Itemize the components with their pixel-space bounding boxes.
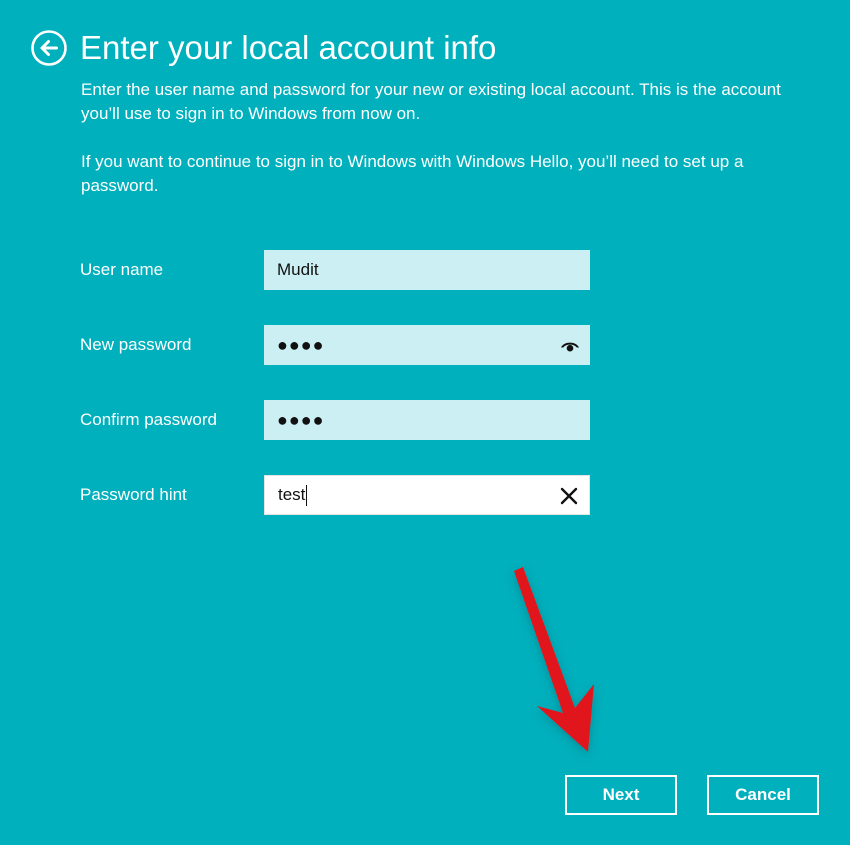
confirm-password-field[interactable] bbox=[264, 400, 590, 440]
username-label: User name bbox=[80, 260, 164, 279]
new-password-input[interactable] bbox=[264, 325, 590, 365]
close-icon bbox=[560, 487, 578, 505]
confirm-password-input[interactable] bbox=[264, 400, 590, 440]
new-password-label: New password bbox=[80, 335, 192, 354]
page-title: Enter your local account info bbox=[80, 29, 497, 66]
page-description: Enter the user name and password for you… bbox=[81, 80, 781, 123]
password-hint-field[interactable] bbox=[264, 475, 590, 515]
username-input[interactable] bbox=[264, 250, 590, 290]
clear-hint-button[interactable] bbox=[557, 484, 581, 508]
back-button[interactable] bbox=[30, 29, 68, 67]
windows-hello-note: If you want to continue to sign in to Wi… bbox=[81, 152, 744, 195]
password-hint-label: Password hint bbox=[80, 485, 187, 504]
text-cursor bbox=[306, 485, 307, 506]
eye-icon bbox=[561, 342, 579, 352]
next-button[interactable]: Next bbox=[565, 775, 677, 815]
password-hint-input[interactable] bbox=[265, 476, 589, 514]
reveal-password-button[interactable] bbox=[558, 333, 582, 357]
new-password-field[interactable] bbox=[264, 325, 590, 365]
cancel-button[interactable]: Cancel bbox=[707, 775, 819, 815]
back-arrow-icon bbox=[31, 30, 67, 66]
confirm-password-label: Confirm password bbox=[80, 410, 217, 429]
username-field[interactable] bbox=[264, 250, 590, 290]
